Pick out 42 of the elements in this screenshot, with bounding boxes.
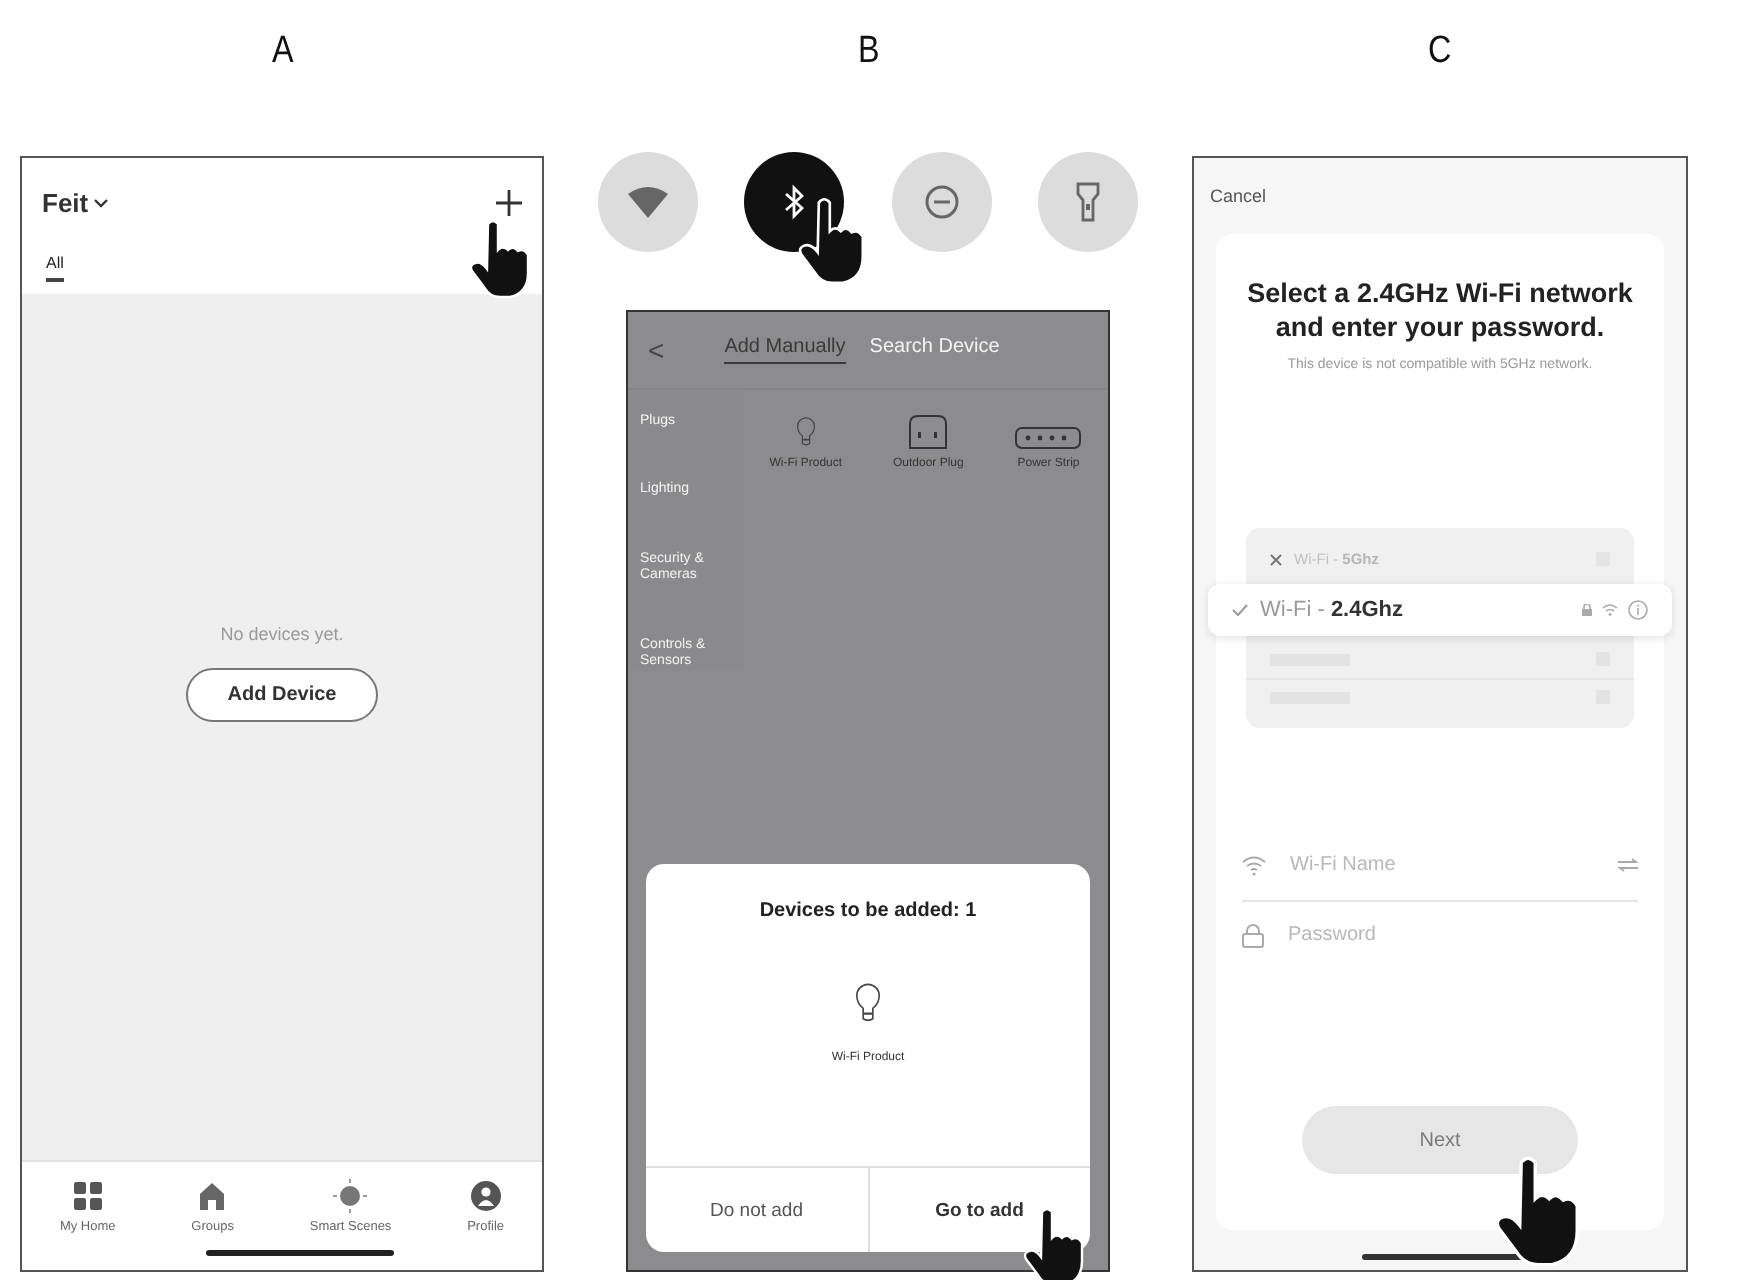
wifi-icon xyxy=(1242,855,1266,876)
power-strip-icon xyxy=(1014,426,1083,450)
sun-icon xyxy=(332,1178,369,1214)
wifi-icon xyxy=(628,186,668,218)
add-icon[interactable] xyxy=(496,189,522,215)
flashlight-icon xyxy=(1075,182,1100,222)
step-label: C xyxy=(1428,30,1452,74)
wifi-signal-icon xyxy=(1602,603,1618,616)
tab[interactable]: All xyxy=(46,254,64,282)
dialog-title: Devices to be added: 1 xyxy=(759,900,977,922)
wifi-name-field[interactable]: Wi-Fi Name xyxy=(1290,854,1594,877)
do-not-disturb-icon xyxy=(923,184,960,220)
switch-icon[interactable] xyxy=(1618,858,1638,873)
tab[interactable]: Search Device xyxy=(869,336,1000,364)
tab[interactable]: Add Manually xyxy=(724,336,846,364)
page-title: Select a 2.4GHz Wi-Fi network and enter your password. xyxy=(1245,278,1635,346)
network-row[interactable]: Wi-Fi - 2.4Ghz xyxy=(1208,583,1672,636)
step-label: A xyxy=(271,30,293,74)
outdoor-plug-icon xyxy=(906,414,951,450)
step-label: B xyxy=(857,30,879,74)
light-bulb-icon xyxy=(852,982,884,1027)
empty-state-text: No devices yet. xyxy=(220,624,344,644)
quick-toggle-button[interactable] xyxy=(598,152,698,252)
lock-icon xyxy=(1582,603,1592,616)
check-icon xyxy=(1232,603,1248,616)
profile-icon xyxy=(469,1180,502,1212)
lock-icon xyxy=(1242,923,1264,948)
light-bulb-icon xyxy=(793,416,818,450)
password-field[interactable]: Password xyxy=(1288,924,1638,947)
home-name[interactable]: Feit xyxy=(42,187,89,217)
chevron-down-icon[interactable] xyxy=(94,197,109,207)
back-button[interactable]: < xyxy=(648,334,665,366)
bluetooth-icon xyxy=(784,184,805,220)
hand-pointer-icon xyxy=(798,196,866,284)
house-icon xyxy=(196,1180,229,1212)
dialog-button[interactable]: Do not add xyxy=(646,1168,867,1252)
cross-icon xyxy=(1270,553,1282,566)
hand-pointer-icon xyxy=(470,218,530,298)
add-device-button[interactable]: Add Device xyxy=(185,668,379,722)
cancel-link[interactable]: Cancel xyxy=(1194,158,1686,214)
grid-icon xyxy=(71,1180,104,1212)
network-name: Wi-Fi - 2.4Ghz xyxy=(1260,597,1404,622)
